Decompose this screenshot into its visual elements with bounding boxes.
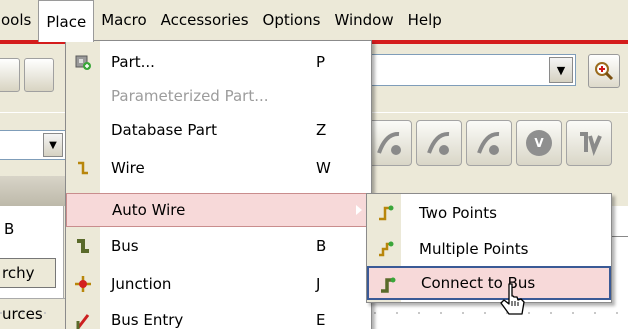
chevron-down-icon[interactable]: ▼ [43, 133, 63, 157]
menu-item-shortcut: B [316, 237, 327, 255]
left-panel-header [0, 176, 66, 206]
multiple-points-wire-icon [376, 240, 394, 258]
menu-item-label: Database Part [111, 121, 217, 139]
bus-entry-icon [74, 311, 92, 329]
submenu-item-connect-to-bus[interactable]: Connect to Bus [367, 266, 611, 300]
menu-item-part[interactable]: Part... P [66, 45, 371, 79]
menu-item-label: Bus [111, 237, 139, 255]
menu-tools[interactable]: ools [0, 0, 38, 40]
menu-accessories[interactable]: Accessories [154, 0, 256, 40]
submenu-item-two-points[interactable]: Two Points [367, 196, 611, 230]
menu-item-bus[interactable]: Bus B [66, 229, 371, 263]
toolbar-button-partial-2[interactable] [24, 58, 54, 92]
chevron-down-icon[interactable]: ▼ [549, 57, 573, 83]
menu-item-label: Auto Wire [112, 201, 186, 219]
place-power-icon[interactable] [466, 120, 512, 166]
menu-item-label: Junction [111, 275, 172, 293]
place-ground-icon[interactable] [416, 120, 462, 166]
menu-window[interactable]: Window [327, 0, 400, 40]
wire-icon [74, 159, 92, 177]
menu-item-bus-entry[interactable]: Bus Entry E [66, 303, 371, 329]
menu-item-shortcut: P [316, 53, 326, 71]
menu-item-auto-wire[interactable]: Auto Wire [66, 193, 371, 227]
tab-hierarchy[interactable]: rchy [0, 258, 56, 288]
zoom-in-icon[interactable] [588, 54, 620, 88]
menu-item-parameterized-part: Parameterized Part... [66, 79, 371, 113]
menu-item-shortcut: W [316, 159, 331, 177]
place-menu: Part... P Parameterized Part... Database… [65, 40, 372, 329]
menu-place[interactable]: Place [38, 0, 95, 42]
connect-to-bus-icon [378, 276, 396, 294]
menu-help[interactable]: Help [401, 0, 449, 40]
menu-item-shortcut: Z [316, 121, 327, 139]
submenu-item-label: Multiple Points [419, 240, 529, 258]
left-combo[interactable]: ▼ [0, 130, 66, 160]
menu-item-shortcut: E [316, 311, 326, 329]
two-points-wire-icon [376, 204, 394, 222]
toolbar-button-partial[interactable] [0, 58, 20, 92]
place-voltage-marker-icon[interactable]: V [516, 120, 562, 166]
menu-item-label: Parameterized Part... [111, 87, 269, 105]
mouse-pointer-icon [500, 282, 526, 322]
bus-icon [74, 237, 92, 255]
menu-item-label: Part... [111, 53, 155, 71]
junction-icon [74, 275, 92, 293]
menu-item-label: Bus Entry [111, 311, 184, 329]
submenu-item-label: Two Points [419, 204, 497, 222]
menu-item-junction[interactable]: Junction J [66, 267, 371, 301]
submenu-item-multiple-points[interactable]: Multiple Points [367, 232, 611, 266]
menu-macro[interactable]: Macro [94, 0, 153, 40]
menu-options[interactable]: Options [256, 0, 328, 40]
place-level-marker-icon[interactable] [566, 120, 612, 166]
menu-item-label: Wire [111, 159, 145, 177]
left-panel-label-b: B [4, 220, 15, 238]
part-search-combo[interactable]: ▼ [370, 54, 576, 86]
menu-item-shortcut: J [316, 275, 321, 293]
auto-wire-submenu: Two Points Multiple Points Connect to Bu… [366, 193, 612, 303]
menu-bar: ools Place Macro Accessories Options Win… [0, 0, 628, 42]
menu-item-database-part[interactable]: Database Part Z [66, 113, 371, 147]
submenu-arrow-icon [356, 205, 362, 215]
menu-item-wire[interactable]: Wire W [66, 151, 371, 185]
part-icon [74, 53, 92, 71]
place-net-alias-icon[interactable] [366, 120, 412, 166]
